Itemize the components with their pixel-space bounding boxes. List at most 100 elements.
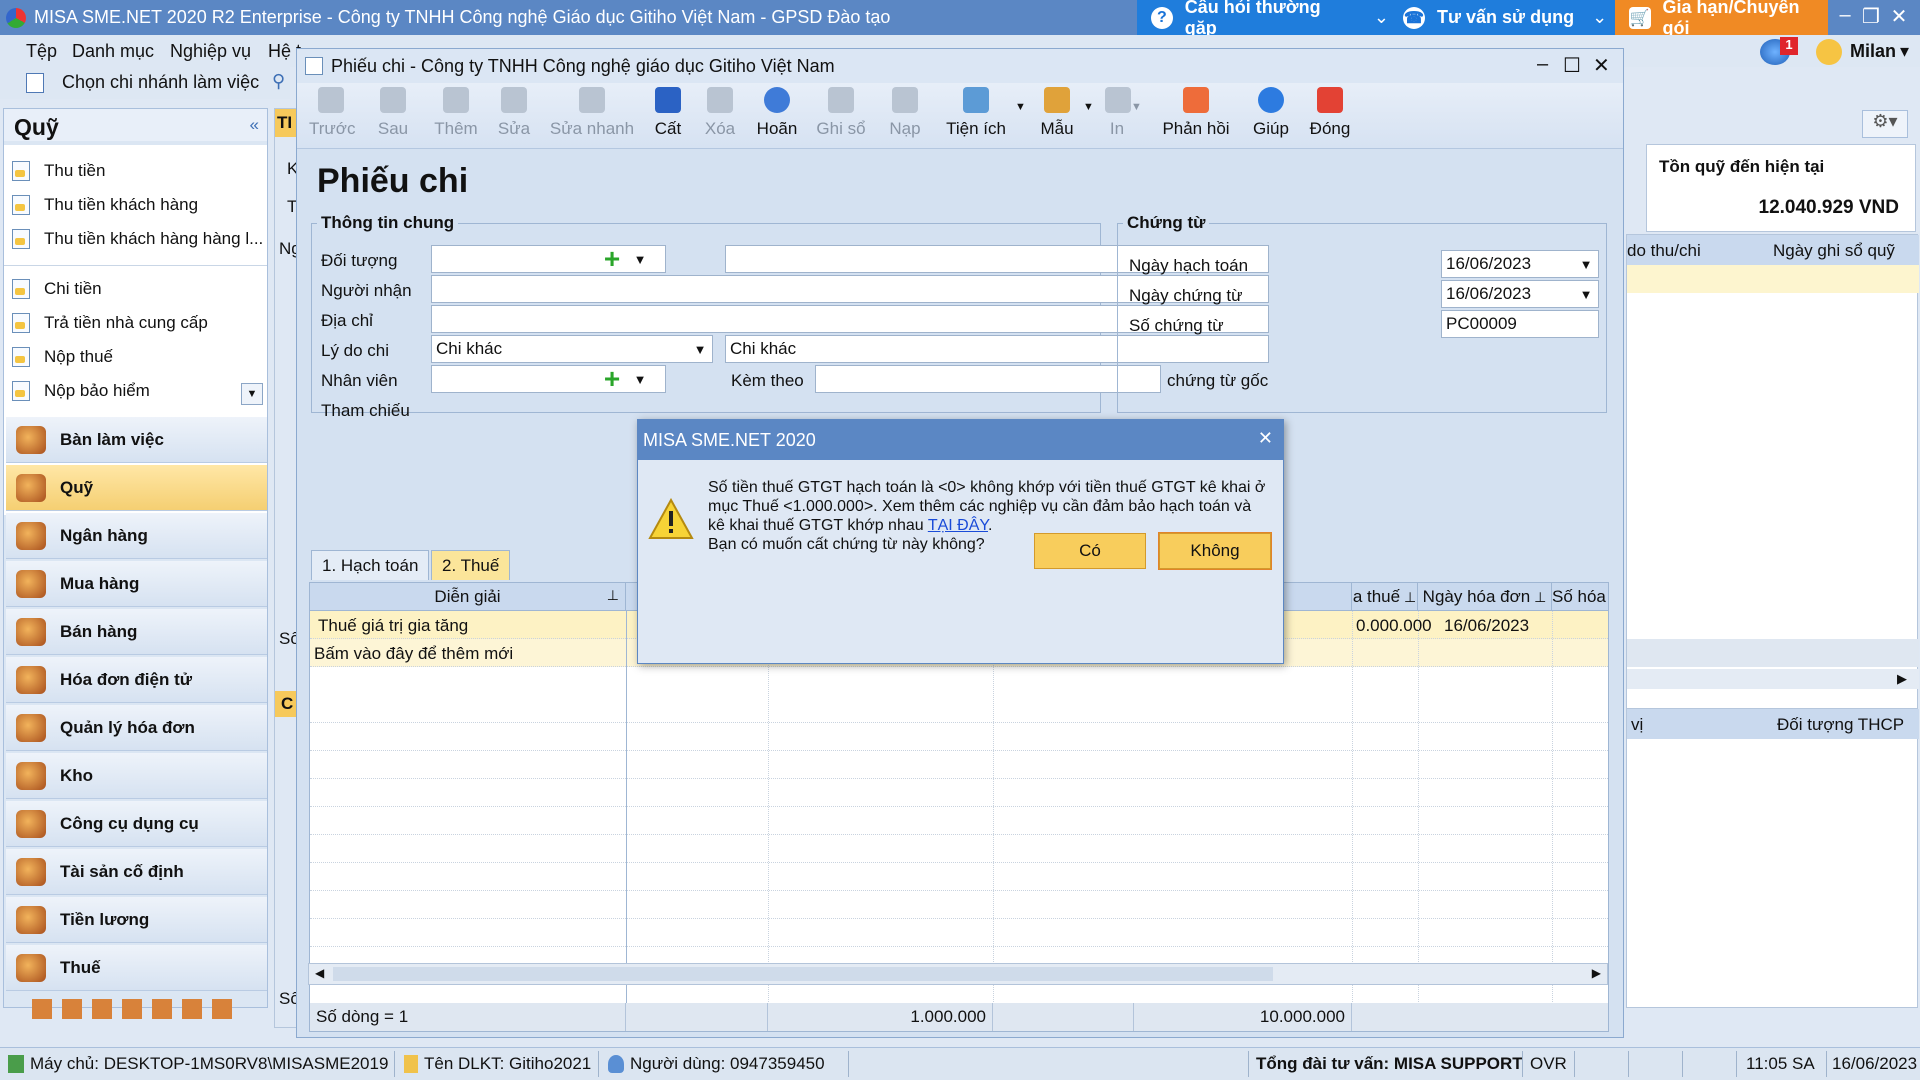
arrow-left-icon [318, 87, 344, 113]
avatar[interactable] [1816, 39, 1842, 65]
label-doi-tuong: Đối tượng [321, 251, 398, 270]
chevron-down-icon[interactable]: ▼ [629, 246, 651, 272]
tab-hach-toan[interactable]: 1. Hạch toán [311, 550, 430, 580]
scroll-down-icon[interactable]: ▼ [241, 383, 263, 405]
minimize-icon[interactable]: – [1832, 4, 1858, 27]
renew-button[interactable]: 🛒 Gia hạn/Chuyển gói [1615, 0, 1828, 38]
calendar-dropdown-icon[interactable]: ▼ [1575, 251, 1597, 277]
module-ngan-hang[interactable]: Ngân hàng [6, 513, 267, 559]
edit-button[interactable]: Sửa [497, 87, 531, 139]
restore-icon[interactable]: ❐ [1858, 4, 1884, 29]
chevron-down-icon[interactable]: ▼ [629, 366, 651, 392]
scroll-left-icon[interactable]: ◀ [315, 966, 324, 980]
page-title: Phiếu chi [317, 162, 469, 200]
col-dien-giai: Diễn giải ⊥ [310, 583, 626, 611]
menu-file[interactable]: Tệp [26, 41, 57, 62]
branch-selector[interactable]: Chọn chi nhánh làm việc [62, 72, 259, 93]
close-button[interactable]: Đóng [1307, 87, 1353, 139]
scrollbar-thumb[interactable] [333, 967, 1273, 981]
here-link[interactable]: TẠI ĐÂY [928, 517, 988, 534]
module-ban-lam-viec[interactable]: Bàn làm việc [6, 417, 267, 463]
bg-col-cost-object: Đối tượng THCP [1777, 715, 1905, 734]
collapse-icon[interactable]: « [250, 115, 259, 135]
add-icon[interactable]: + [601, 245, 623, 273]
module-quy[interactable]: Quỹ [6, 465, 267, 511]
module-tai-san-co-dinh[interactable]: Tài sản cố định [6, 849, 267, 895]
document-icon [12, 229, 30, 249]
chevron-down-icon[interactable]: ▼ [1083, 101, 1094, 113]
label-so-chung-tu: Số chứng từ [1129, 316, 1224, 335]
no-button[interactable]: Không [1158, 532, 1272, 570]
horizontal-scrollbar[interactable]: ◀ ▶ [308, 963, 1608, 985]
document-icon [12, 279, 30, 299]
yes-button[interactable]: Có [1034, 533, 1146, 569]
sidebar-item-chi-tien[interactable]: Chi tiền [12, 279, 102, 299]
user-name[interactable]: Milan [1850, 41, 1896, 62]
einvoice-icon [16, 665, 46, 694]
consult-button[interactable]: ☎ Tư vấn sử dụng ⌄ [1389, 0, 1615, 35]
next-button[interactable]: Sau [373, 87, 413, 139]
feedback-button[interactable]: Phản hồi [1157, 87, 1235, 139]
load-button[interactable]: Nạp [887, 87, 923, 139]
arrow-right-icon [380, 87, 406, 113]
prev-button[interactable]: Trước [309, 87, 355, 139]
module-tien-luong[interactable]: Tiền lương [6, 897, 267, 943]
chevron-down-icon[interactable]: ▼ [1015, 101, 1026, 113]
search-icon[interactable]: ⚲ [272, 71, 285, 92]
defer-button[interactable]: Hoãn [753, 87, 801, 139]
document-icon [12, 161, 30, 181]
chevron-down-icon[interactable]: ▼ [689, 336, 711, 362]
sidebar-item-thu-tien[interactable]: Thu tiền [12, 161, 105, 181]
bg-grid-top: do thu/chi Ngày ghi sổ quỹ ▶ [1626, 234, 1919, 750]
module-mua-hang[interactable]: Mua hàng [6, 561, 267, 607]
faq-button[interactable]: ? Câu hỏi thường gặp ⌄ [1137, 0, 1389, 38]
sidebar-item-nop-bao-hiem[interactable]: Nộp bảo hiểm [12, 381, 150, 401]
chevron-down-icon[interactable]: ▾ [1900, 41, 1909, 62]
settings-gear-icon[interactable]: ⚙▾ [1862, 110, 1908, 138]
tab-thue[interactable]: 2. Thuế [431, 550, 511, 580]
print-button[interactable]: In [1105, 87, 1131, 139]
warning-icon [648, 498, 694, 539]
module-thue[interactable]: Thuế [6, 945, 267, 991]
calendar-dropdown-icon[interactable]: ▼ [1575, 281, 1597, 307]
close-icon[interactable]: ✕ [1593, 53, 1610, 78]
delete-button[interactable]: Xóa [703, 87, 737, 139]
help-button[interactable]: Giúp [1249, 87, 1293, 139]
so-chung-tu-input[interactable]: PC00009 [1441, 310, 1599, 338]
module-cong-cu-dung-cu[interactable]: Công cụ dụng cụ [6, 801, 267, 847]
sidebar-item-thu-tien-kh[interactable]: Thu tiền khách hàng [12, 195, 198, 215]
module-hoa-don-dien-tu[interactable]: Hóa đơn điện tử [6, 657, 267, 703]
sidebar-item-nop-thue[interactable]: Nộp thuế [12, 347, 113, 367]
module-quan-ly-hoa-don[interactable]: Quản lý hóa đơn [6, 705, 267, 751]
kem-theo-input[interactable] [815, 365, 1161, 393]
template-button[interactable]: Mẫu [1037, 87, 1077, 139]
scroll-right-icon[interactable]: ▶ [1897, 671, 1907, 687]
pin-icon[interactable]: ⊥ [1400, 589, 1416, 605]
sidebar-item-thu-tien-kh-loat[interactable]: Thu tiền khách hàng hàng l... [12, 229, 263, 249]
status-date: 16/06/2023 [1832, 1054, 1918, 1073]
module-kho[interactable]: Kho [6, 753, 267, 799]
module-ban-hang[interactable]: Bán hàng [6, 609, 267, 655]
footer-sum-2: 10.000.000 [1134, 1003, 1352, 1031]
close-icon[interactable]: ✕ [1258, 428, 1273, 449]
scroll-right-icon[interactable]: ▶ [1592, 966, 1601, 980]
minimize-icon[interactable]: – [1537, 53, 1548, 76]
label-nguoi-nhan: Người nhận [321, 281, 412, 300]
maximize-icon[interactable]: ☐ [1563, 53, 1581, 78]
menu-operations[interactable]: Nghiệp vụ [170, 41, 251, 62]
menu-catalog[interactable]: Danh mục [72, 41, 154, 62]
ly-do-chi-select[interactable]: Chi khác [431, 335, 713, 363]
close-icon[interactable]: ✕ [1886, 4, 1912, 29]
post-button[interactable]: Ghi sổ [813, 87, 869, 139]
utilities-button[interactable]: Tiện ích [941, 87, 1011, 139]
pin-icon[interactable]: ⊥ [1530, 589, 1546, 605]
quick-edit-button[interactable]: Sửa nhanh [547, 87, 637, 139]
add-button[interactable]: Thêm [433, 87, 479, 139]
add-icon[interactable]: + [601, 365, 623, 393]
sidebar-item-tra-tien-ncc[interactable]: Trả tiền nhà cung cấp [12, 313, 208, 333]
more-modules-icons[interactable] [32, 999, 232, 1019]
chevron-down-icon[interactable]: ▼ [1131, 101, 1142, 113]
save-button[interactable]: Cất [651, 87, 685, 139]
pin-icon[interactable]: ⊥ [607, 587, 619, 604]
window-title: Phiếu chi - Công ty TNHH Công nghệ giáo … [297, 49, 1623, 83]
